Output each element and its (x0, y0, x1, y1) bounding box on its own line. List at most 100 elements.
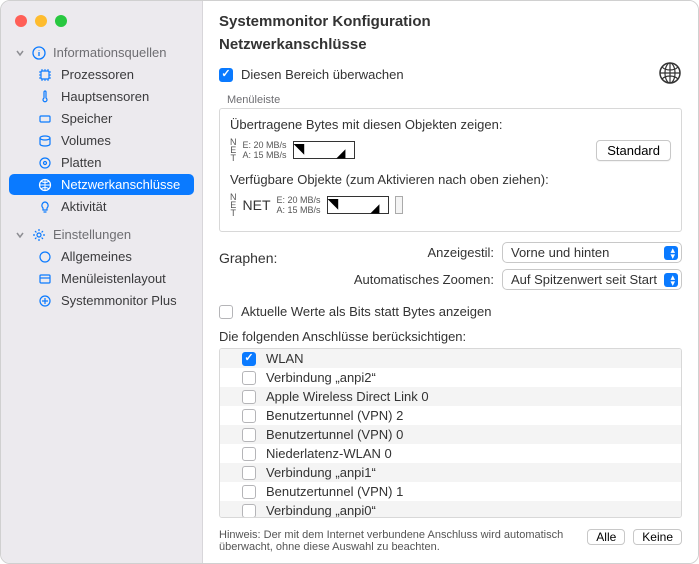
gear-icon (31, 228, 47, 242)
available-objects-label: Verfügbare Objekte (zum Aktivieren nach … (230, 172, 671, 187)
nav-item-label: Systemmonitor Plus (61, 293, 177, 308)
net-outgoing: A: 15 MB/s (243, 150, 287, 160)
window: Informationsquellen Prozessoren Hauptsen… (0, 0, 699, 564)
port-row[interactable]: Benutzertunnel (VPN) 1 (220, 482, 681, 501)
sidebar-item-prozessoren[interactable]: Prozessoren (9, 64, 194, 85)
minimize-window-button[interactable] (35, 15, 47, 27)
port-checkbox[interactable] (242, 409, 256, 423)
nav-item-label: Speicher (61, 111, 112, 126)
net-stats: E: 20 MB/s A: 15 MB/s (243, 140, 287, 160)
footer-hint: Hinweis: Der mit dem Internet verbundene… (219, 529, 579, 553)
network-icon (37, 178, 53, 192)
port-row[interactable]: Benutzertunnel (VPN) 0 (220, 425, 681, 444)
updown-icon: ▴▾ (670, 274, 675, 286)
net-outgoing: A: 15 MB/s (277, 205, 321, 215)
menubar-group-box: Übertragene Bytes mit diesen Objekten ze… (219, 108, 682, 232)
port-row[interactable]: Verbindung „anpi2“ (220, 368, 681, 387)
layout-icon (37, 272, 53, 286)
port-checkbox[interactable] (242, 428, 256, 442)
nav-item-label: Menüleistenlayout (61, 271, 166, 286)
nav-item-label: Volumes (61, 133, 111, 148)
zoom-window-button[interactable] (55, 15, 67, 27)
port-label: Verbindung „anpi0“ (266, 503, 376, 518)
nav-item-label: Platten (61, 155, 101, 170)
sidebar-item-menueleistenlayout[interactable]: Menüleistenlayout (9, 268, 194, 289)
port-row[interactable]: Verbindung „anpi1“ (220, 463, 681, 482)
sidebar-item-platten[interactable]: Platten (9, 152, 194, 173)
select-none-button[interactable]: Keine (633, 529, 682, 545)
port-checkbox[interactable] (242, 447, 256, 461)
port-checkbox[interactable] (242, 352, 256, 366)
sidebar: Informationsquellen Prozessoren Hauptsen… (1, 1, 203, 563)
traffic-lights (1, 1, 202, 37)
ports-label: Die folgenden Anschlüsse berücksichtigen… (219, 329, 682, 344)
disk-icon (37, 156, 53, 170)
memory-icon (37, 112, 53, 126)
default-button[interactable]: Standard (596, 140, 671, 161)
shown-objects-label: Übertragene Bytes mit diesen Objekten ze… (230, 117, 671, 132)
port-label: Niederlatenz-WLAN 0 (266, 446, 392, 461)
nav-group-einstellungen[interactable]: Einstellungen (9, 223, 194, 246)
nav-item-label: Netzwerkanschlüsse (61, 177, 180, 192)
bits-checkbox[interactable] (219, 305, 233, 319)
net-placeholder-widget[interactable] (395, 196, 403, 214)
sidebar-item-hauptsensoren[interactable]: Hauptsensoren (9, 86, 194, 107)
close-window-button[interactable] (15, 15, 27, 27)
content: Diesen Bereich überwachen Menüleiste Übe… (203, 61, 698, 523)
chevron-down-icon (15, 230, 25, 240)
sidebar-item-volumes[interactable]: Volumes (9, 130, 194, 151)
nav-item-label: Aktivität (61, 199, 107, 214)
port-label: Benutzertunnel (VPN) 0 (266, 427, 403, 442)
port-row[interactable]: Verbindung „anpi0“ (220, 501, 681, 518)
info-icon (31, 46, 47, 60)
lightbulb-icon (37, 200, 53, 214)
net-stats: E: 20 MB/s A: 15 MB/s (277, 195, 321, 215)
sidebar-item-speicher[interactable]: Speicher (9, 108, 194, 129)
nav-group-label: Einstellungen (53, 227, 131, 242)
nav-group-informationsquellen[interactable]: Informationsquellen (9, 41, 194, 64)
sidebar-item-netzwerkanschluesse[interactable]: Netzwerkanschlüsse (9, 174, 194, 195)
port-checkbox[interactable] (242, 371, 256, 385)
display-style-value: Vorne und hinten (511, 245, 609, 260)
menubar-section-label: Menüleiste (219, 94, 682, 106)
net-incoming: E: 20 MB/s (243, 140, 287, 150)
ports-list[interactable]: WLAN Verbindung „anpi2“ Apple Wireless Dir… (219, 348, 682, 518)
net-vertical-label: NET (230, 193, 237, 217)
port-checkbox[interactable] (242, 485, 256, 499)
port-row[interactable]: WLAN (220, 349, 681, 368)
display-style-select[interactable]: Vorne und hinten ▴▾ (502, 242, 682, 263)
updown-icon: ▴▾ (670, 247, 675, 259)
port-label: WLAN (266, 351, 304, 366)
zoom-value: Auf Spitzenwert seit Start (511, 272, 657, 287)
sidebar-item-allgemeines[interactable]: Allgemeines (9, 246, 194, 267)
sidebar-item-aktivitaet[interactable]: Aktivität (9, 196, 194, 217)
zoom-select[interactable]: Auf Spitzenwert seit Start ▴▾ (502, 269, 682, 290)
net-incoming: E: 20 MB/s (277, 195, 321, 205)
bits-checkbox-label: Aktuelle Werte als Bits statt Bytes anze… (241, 304, 492, 319)
net-text-label[interactable]: NET (243, 197, 271, 213)
port-label: Verbindung „anpi1“ (266, 465, 376, 480)
port-label: Benutzertunnel (VPN) 1 (266, 484, 403, 499)
monitor-section-label: Diesen Bereich überwachen (241, 67, 404, 82)
port-label: Benutzertunnel (VPN) 2 (266, 408, 403, 423)
port-row[interactable]: Benutzertunnel (VPN) 2 (220, 406, 681, 425)
nav-item-label: Allgemeines (61, 249, 132, 264)
port-checkbox[interactable] (242, 390, 256, 404)
monitor-section-checkbox[interactable] (219, 68, 233, 82)
port-label: Verbindung „anpi2“ (266, 370, 376, 385)
volumes-icon (37, 134, 53, 148)
footer: Hinweis: Der mit dem Internet verbundene… (203, 523, 698, 563)
graphen-label: Graphen: (219, 250, 277, 266)
select-all-button[interactable]: Alle (587, 529, 625, 545)
net-graph-widget[interactable] (293, 141, 355, 159)
main: Systemmonitor Konfiguration Netzwerkansc… (203, 1, 698, 563)
port-row[interactable]: Niederlatenz-WLAN 0 (220, 444, 681, 463)
sidebar-item-systemmonitor-plus[interactable]: Systemmonitor Plus (9, 290, 194, 311)
port-row[interactable]: Apple Wireless Direct Link 0 (220, 387, 681, 406)
port-checkbox[interactable] (242, 466, 256, 480)
display-style-label: Anzeigestil: (428, 245, 494, 260)
window-title: Systemmonitor Konfiguration (203, 1, 698, 34)
net-graph-widget-available[interactable] (327, 196, 389, 214)
port-checkbox[interactable] (242, 504, 256, 518)
nav-group-label: Informationsquellen (53, 45, 166, 60)
